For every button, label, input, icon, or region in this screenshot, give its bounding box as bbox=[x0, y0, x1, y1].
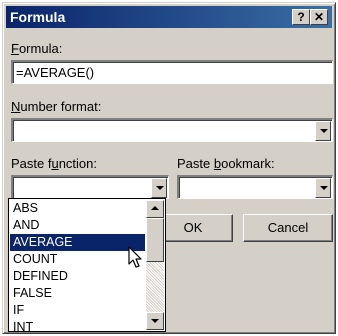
paste-function-label-post: nction: bbox=[58, 156, 98, 171]
paste-bookmark-label: Paste bookmark: bbox=[177, 156, 275, 171]
formula-label: Formula: bbox=[11, 41, 62, 56]
paste-function-select[interactable] bbox=[11, 175, 169, 199]
function-option-defined[interactable]: DEFINED bbox=[10, 268, 145, 285]
paste-bookmark-dropdown-button[interactable] bbox=[315, 178, 331, 198]
chevron-down-icon bbox=[320, 129, 328, 133]
paste-bookmark-label-pre: Paste bbox=[177, 156, 214, 171]
number-format-select[interactable] bbox=[11, 118, 333, 142]
scroll-up-icon bbox=[151, 206, 159, 210]
function-option-if[interactable]: IF bbox=[10, 302, 145, 319]
paste-function-label-pre: Paste f bbox=[11, 156, 52, 171]
chevron-down-icon bbox=[320, 186, 328, 190]
arrow-cursor-icon bbox=[128, 246, 142, 268]
dialog-title: Formula bbox=[10, 9, 66, 25]
number-format-dropdown-button[interactable] bbox=[315, 121, 331, 141]
formula-label-key: F bbox=[11, 41, 19, 56]
function-option-and[interactable]: AND bbox=[10, 217, 145, 234]
scroll-down-button[interactable] bbox=[146, 312, 164, 330]
formula-input[interactable]: =AVERAGE() bbox=[11, 60, 333, 84]
function-option-average[interactable]: AVERAGE bbox=[10, 234, 145, 251]
title-bar[interactable]: Formula ? ✕ bbox=[6, 6, 332, 28]
paste-function-label: Paste function: bbox=[11, 156, 97, 171]
paste-function-label-key: u bbox=[51, 156, 59, 171]
paste-function-dropdown-button[interactable] bbox=[151, 178, 167, 198]
scroll-up-button[interactable] bbox=[146, 200, 164, 218]
cancel-button[interactable]: Cancel bbox=[243, 214, 333, 242]
function-option-abs[interactable]: ABS bbox=[10, 200, 145, 217]
number-format-label: Number format: bbox=[11, 99, 101, 114]
help-button[interactable]: ? bbox=[292, 9, 310, 25]
paste-bookmark-select[interactable] bbox=[177, 175, 333, 199]
function-option-false[interactable]: FALSE bbox=[10, 285, 145, 302]
close-button[interactable]: ✕ bbox=[310, 9, 328, 25]
paste-bookmark-label-key: b bbox=[213, 156, 222, 171]
number-format-label-key: N bbox=[11, 99, 21, 114]
number-format-label-rest: umber format: bbox=[20, 99, 102, 114]
scroll-down-icon bbox=[151, 319, 159, 323]
formula-label-rest: ormula: bbox=[18, 41, 63, 56]
chevron-down-icon bbox=[156, 186, 164, 190]
function-list-scrollbar[interactable] bbox=[146, 200, 164, 330]
function-option-int[interactable]: INT bbox=[10, 319, 145, 336]
function-options: ABS AND AVERAGE COUNT DEFINED FALSE IF I… bbox=[10, 200, 145, 336]
function-option-count[interactable]: COUNT bbox=[10, 251, 145, 268]
formula-input-value: =AVERAGE() bbox=[16, 65, 95, 80]
paste-bookmark-label-post: ookmark: bbox=[221, 156, 275, 171]
scrollbar-thumb[interactable] bbox=[146, 218, 164, 262]
